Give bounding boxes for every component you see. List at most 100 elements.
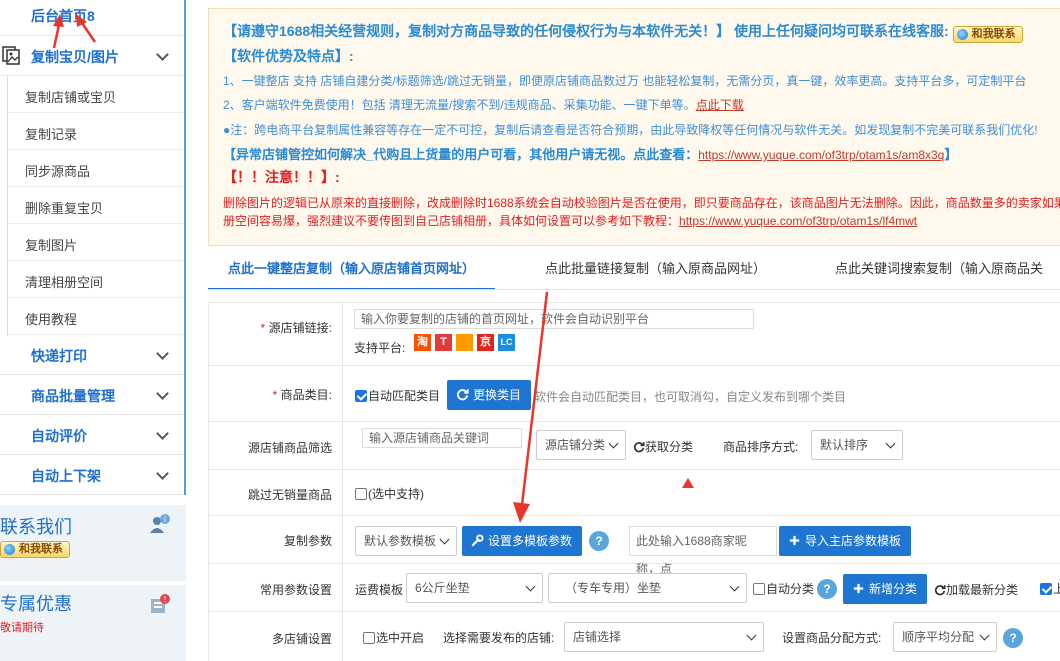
merchant-nick-input[interactable]: 此处输入1688商家昵称，点 <box>629 526 777 576</box>
svg-text:!: ! <box>163 595 166 604</box>
source-link-input[interactable]: 输入你要复制的店铺的首页网址，软件会自动识别平台 <box>354 309 754 329</box>
button-label: 更换类目 <box>473 388 522 402</box>
checkbox-box[interactable] <box>363 632 375 644</box>
sidebar-group-express-print[interactable]: 快递打印 <box>0 335 184 375</box>
sidebar-group-auto-review[interactable]: 自动评价 <box>0 415 184 455</box>
yuque-link-1[interactable]: https://www.yuque.com/of3trp/otam1s/am8x… <box>698 148 944 162</box>
sidebar-item-label: 删除重复宝贝 <box>25 201 104 216</box>
help-icon[interactable]: ? <box>589 531 609 551</box>
tab-keyword-copy[interactable]: 点此关键词搜索复制（输入原商品关 <box>835 248 1043 290</box>
fetch-category-button[interactable]: 获取分类 <box>633 438 693 455</box>
sidebar-item-label: 使用教程 <box>25 312 78 327</box>
form-row-filter: 源店铺商品筛选 输入源店铺商品关键词 源店铺分类 获取分类 商品排序方式: 默认… <box>209 422 1060 470</box>
plus-icon <box>789 535 800 546</box>
yuque-link-2[interactable]: https://www.yuque.com/of3trp/otam1s/lf4m… <box>679 214 917 228</box>
sidebar-group-copy[interactable]: 复制宝贝/图片 <box>0 36 184 76</box>
sort-label: 商品排序方式: <box>723 440 799 454</box>
multi-store-label: 多店铺设置 <box>271 632 332 646</box>
assign-mode-select[interactable]: 顺序平均分配 <box>893 622 997 652</box>
sidebar-item-label: 复制店铺或宝贝 <box>25 90 117 105</box>
tab-bar: 点此一键整店复制（输入原店铺首页网址） 点此批量链接复制（输入原商品网址） 点此… <box>208 248 1060 290</box>
contact-panel: 联系我们 i 和我联系 <box>0 505 186 581</box>
keyword-filter-input[interactable]: 输入源店铺商品关键词 <box>362 428 522 448</box>
checkbox-label: 上 <box>1053 582 1060 596</box>
checkbox-label: (选中支持) <box>368 487 424 501</box>
notice-line-6: 【异常店铺管控如何解决_代购且上货量的用户可看，其他用户请无视。点此查看：htt… <box>223 144 957 163</box>
source-category-select[interactable]: 源店铺分类 <box>536 430 626 460</box>
notice-text: 册空间容易爆，强烈建议不要传图到自己店铺相册，具体如何设置可以参考如下教程： <box>223 214 680 228</box>
sidebar-item-tutorial[interactable]: 使用教程 <box>8 298 184 335</box>
sidebar-group-copy-label: 复制宝贝/图片 <box>31 49 119 65</box>
notice-box: 【请遵守1688相关经营规则，复制对方商品导致的任何侵权行为与本软件无关！】 使… <box>208 8 1060 246</box>
qq-contact-button[interactable]: 和我联系 <box>0 541 70 558</box>
store-select[interactable]: 店铺选择 <box>564 622 764 652</box>
store-category-select[interactable]: （专车专用）坐垫 <box>548 573 747 603</box>
sidebar-group-batch-manage[interactable]: 商品批量管理 <box>0 375 184 415</box>
tab-link-copy[interactable]: 点此批量链接复制（输入原商品网址） <box>545 248 766 290</box>
download-link[interactable]: 点此下载 <box>696 98 744 112</box>
sidebar-item-delete-duplicates[interactable]: 删除重复宝贝 <box>8 187 184 224</box>
checkbox-box[interactable] <box>355 390 367 402</box>
notice-line-4: 2、客户端软件免费使用！包括 清理无流量/搜索不到/违规商品、采集功能、一键下单… <box>223 96 744 113</box>
sidebar-item-label: 同步源商品 <box>25 164 91 179</box>
chevron-down-icon <box>156 347 169 360</box>
sidebar-item-copy-records[interactable]: 复制记录 <box>8 113 184 150</box>
change-category-button[interactable]: 更换类目 <box>447 380 532 410</box>
store-select-label: 选择需要发布的店铺: <box>443 631 555 645</box>
add-category-button[interactable]: 新增分类 <box>843 574 928 604</box>
sort-select[interactable]: 默认排序 <box>811 430 903 460</box>
notice-text: 】 <box>944 147 958 162</box>
refresh-icon <box>934 585 946 596</box>
filter-label: 源店铺商品筛选 <box>247 441 332 455</box>
notice-text: 【异常店铺管控如何解决_代购且上货量的用户可看，其他用户请无视。点此查看： <box>223 147 699 162</box>
help-icon[interactable]: ? <box>1003 628 1023 648</box>
sidebar-item-clean-album[interactable]: 清理相册空间 <box>8 261 184 298</box>
form-label-cell: * 源店铺链接: <box>209 303 343 365</box>
notice-text: 2、客户端软件免费使用！包括 清理无流量/搜索不到/违规商品、采集功能、一键下单… <box>223 98 696 112</box>
freight-select[interactable]: 6公斤坐垫 <box>406 573 543 603</box>
param-template-select[interactable]: 默认参数模板 <box>355 526 457 556</box>
svg-text:i: i <box>164 515 166 524</box>
sidebar-item-sync-source[interactable]: 同步源商品 <box>8 150 184 187</box>
platform-icon: 京 <box>477 334 494 351</box>
gift-icon: ! <box>151 594 170 613</box>
sidebar-group-label: 商品批量管理 <box>31 388 115 404</box>
copy-params-label: 复制参数 <box>283 534 332 548</box>
button-label: 设置多模板参数 <box>488 534 573 548</box>
notice-line-2: 【软件优势及特点】: <box>223 48 354 64</box>
form-row-source-link: * 源店铺链接: 输入你要复制的店铺的首页网址，软件会自动识别平台 支持平台: <box>209 303 1060 366</box>
sidebar-item-copy-shop[interactable]: 复制店铺或宝贝 <box>8 76 184 113</box>
qq-contact-button[interactable]: 和我联系 <box>952 26 1023 43</box>
multi-store-checkbox[interactable]: 选中开启 <box>363 629 424 646</box>
copy-form: * 源店铺链接: 输入你要复制的店铺的首页网址，软件会自动识别平台 支持平台: *… <box>208 302 1060 661</box>
checkbox-box[interactable] <box>1040 583 1052 595</box>
sidebar-item-copy-images[interactable]: 复制图片 <box>8 224 184 261</box>
platform-label: 支持平台: <box>354 341 406 355</box>
auto-classify-checkbox[interactable]: 自动分类 <box>753 580 814 597</box>
notice-line-5: ●注：跨电商平台复制属性兼容等存在一定不可控，复制后请查看是否符合预期，由此导致… <box>223 123 1038 137</box>
required-mark: * <box>271 388 277 402</box>
sidebar-group-auto-listing[interactable]: 自动上下架 <box>0 455 184 495</box>
reload-category-button[interactable]: 加载最新分类 <box>934 581 1018 598</box>
skip-zero-sales-checkbox[interactable]: (选中支持) <box>355 485 424 502</box>
sidebar-item-home[interactable]: 后台首页8 <box>0 0 184 36</box>
import-template-button[interactable]: 导入主店参数模板 <box>779 526 912 556</box>
form-label-cell: 复制参数 <box>209 516 343 563</box>
notice-line-8: 删除图片的逻辑已从原来的直接删除，改成删除时1688系统会自动校验图片是否在使用… <box>223 196 1060 210</box>
tab-shop-copy[interactable]: 点此一键整店复制（输入原店铺首页网址） <box>208 248 496 290</box>
form-row-category: * 商品类目: 自动匹配类目 更换类目 软件会自动匹配类目，也可取消勾，自定义发布… <box>209 366 1060 422</box>
sidebar: 后台首页8 复制宝贝/图片 复制店铺或宝贝 复制记录 同步源商品 删除重复宝贝 … <box>0 0 186 661</box>
help-icon[interactable]: ? <box>817 579 837 599</box>
refresh-icon <box>633 442 645 453</box>
checkbox-box[interactable] <box>753 583 765 595</box>
sidebar-item-label: 复制图片 <box>25 238 78 253</box>
sidebar-item-label: 清理相册空间 <box>25 275 104 290</box>
checkbox-box[interactable] <box>355 488 367 500</box>
checkbox-label: 选中开启 <box>376 631 425 645</box>
notice-text: 【请遵守1688相关经营规则，复制对方商品导致的任何侵权行为与本软件无关！】 使… <box>223 23 949 39</box>
extra-checkbox[interactable]: 上 <box>1040 580 1060 597</box>
multi-template-button[interactable]: 设置多模板参数 <box>462 526 583 556</box>
auto-category-checkbox[interactable]: 自动匹配类目 <box>355 387 440 404</box>
form-label-cell: 多店铺设置 <box>209 612 343 661</box>
promo-subtitle: 敬请期待 <box>0 622 44 634</box>
